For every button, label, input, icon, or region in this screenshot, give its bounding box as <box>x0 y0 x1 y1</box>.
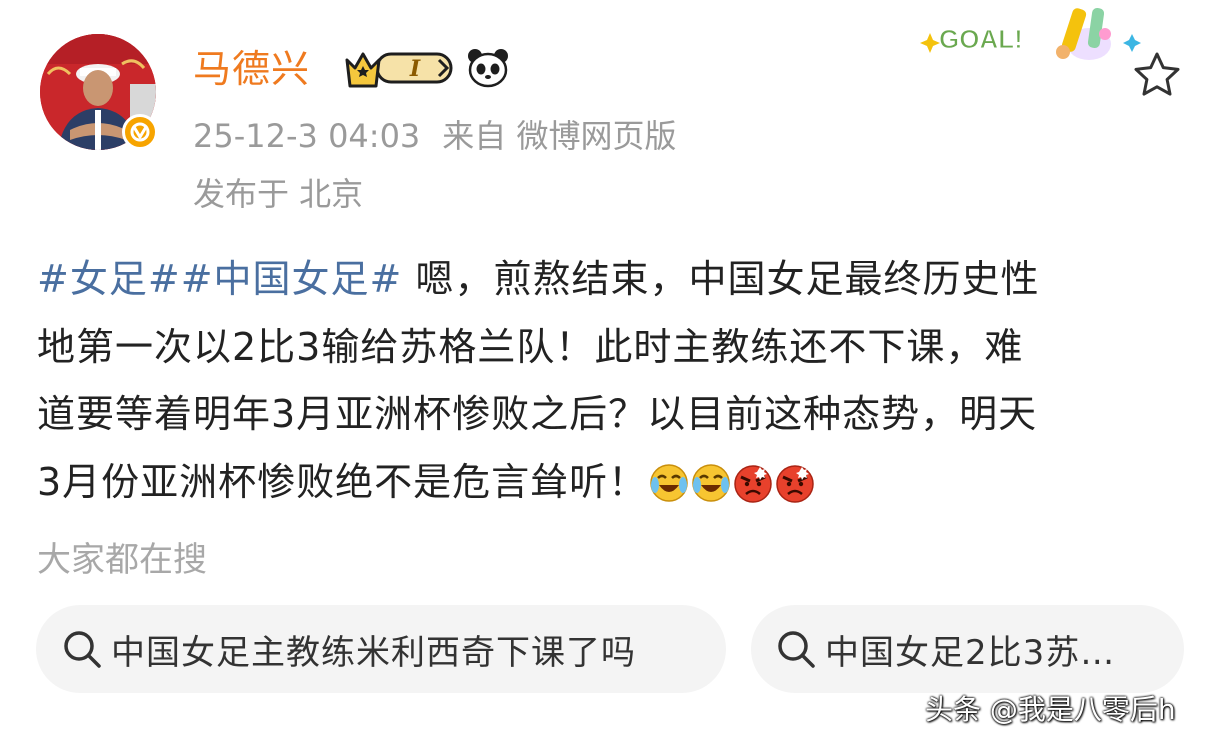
laughing-crying-emoji <box>650 463 688 502</box>
post-line: 地第一次以2比3输给苏格兰队！此时主教练还不下课，难 <box>37 324 1024 369</box>
post-line: #女足##中国女足# 嗯，煎熬结束，中国女足最终历史性 <box>37 246 1197 314</box>
username[interactable]: 马德兴 <box>193 44 310 94</box>
search-suggestion-chip[interactable]: 中国女足主教练米利西奇下课了吗 <box>36 605 726 693</box>
post-text-segment: 嗯，煎熬结束，中国女足最终历史性 <box>402 257 1040 301</box>
watermark: 头条 @我是八零后h <box>925 693 1176 726</box>
post-meta: 25-12-3 04:03 来自 微博网页版 <box>193 114 676 158</box>
hashtag-link[interactable]: #女足# <box>37 257 181 301</box>
laughing-crying-emoji <box>692 463 730 502</box>
goal-badge-text: GOAL! <box>939 24 1023 54</box>
favorite-star-icon[interactable] <box>1130 48 1184 106</box>
search-suggestion-chip[interactable]: 中国女足2比3苏… <box>751 605 1184 693</box>
level-badge-label: I <box>409 56 421 82</box>
post-content: #女足##中国女足# 嗯，煎熬结束，中国女足最终历史性 地第一次以2比3输给苏格… <box>37 246 1197 516</box>
post-line: 3月份亚洲杯惨败绝不是危言耸听！ <box>37 449 1197 517</box>
goal-badge-decoration: GOAL! <box>917 4 1147 88</box>
member-crown-badge[interactable]: I <box>343 46 455 94</box>
search-icon <box>64 631 101 668</box>
post-timestamp: 25-12-3 04:03 <box>193 117 421 155</box>
post-line: 道要等着明年3月亚洲杯惨败之后？以目前这种态势，明天 <box>37 392 1038 436</box>
angry-emoji <box>734 464 772 503</box>
post-text-segment: 3月份亚洲杯惨败绝不是危言耸听！ <box>37 459 648 504</box>
search-section-heading: 大家都在搜 <box>37 540 207 580</box>
panda-icon[interactable] <box>466 46 510 94</box>
search-suggestion-text: 中国女足2比3苏… <box>825 632 1116 673</box>
search-suggestion-text: 中国女足主教练米利西奇下课了吗 <box>111 632 636 673</box>
post-location: 发布于 北京 <box>193 175 364 213</box>
hashtag-link[interactable]: #中国女足# <box>181 257 403 301</box>
post-source[interactable]: 来自 微博网页版 <box>442 117 676 155</box>
search-icon <box>778 631 815 668</box>
avatar[interactable] <box>40 34 158 150</box>
angry-emoji <box>776 464 814 503</box>
verified-icon <box>122 114 158 150</box>
